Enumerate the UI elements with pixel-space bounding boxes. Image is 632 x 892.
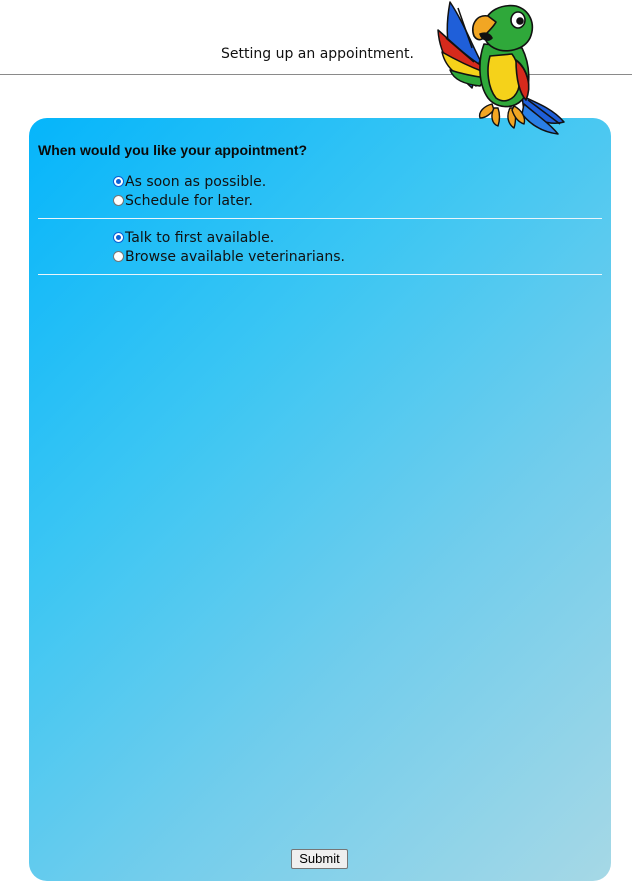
option-browse-veterinarians[interactable]: Browse available veterinarians. (113, 247, 345, 266)
option-label: Browse available veterinarians. (125, 248, 346, 265)
option-label: As soon as possible. (125, 173, 267, 190)
appointment-page: Setting up an appointment. When would yo… (0, 0, 632, 892)
submit-button[interactable]: Submit (291, 849, 348, 869)
parrot-mascot-icon (437, 1, 565, 135)
appointment-form-panel: When would you like your appointment? As… (29, 118, 611, 881)
option-as-soon-as-possible[interactable]: As soon as possible. (113, 172, 266, 191)
section-divider (38, 274, 602, 275)
radio-talk-to-first-available[interactable] (113, 232, 124, 243)
radio-browse-veterinarians[interactable] (113, 251, 124, 262)
option-label: Talk to first available. (125, 229, 275, 246)
timing-radio-group: As soon as possible. Schedule for later. (113, 172, 266, 210)
vet-radio-group: Talk to first available. Browse availabl… (113, 228, 345, 266)
option-label: Schedule for later. (125, 192, 253, 209)
option-talk-to-first-available[interactable]: Talk to first available. (113, 228, 345, 247)
page-title: Setting up an appointment. (221, 46, 414, 62)
appointment-question: When would you like your appointment? (38, 142, 308, 158)
radio-as-soon-as-possible[interactable] (113, 176, 124, 187)
radio-schedule-for-later[interactable] (113, 195, 124, 206)
section-divider (38, 218, 602, 219)
option-schedule-for-later[interactable]: Schedule for later. (113, 191, 266, 210)
